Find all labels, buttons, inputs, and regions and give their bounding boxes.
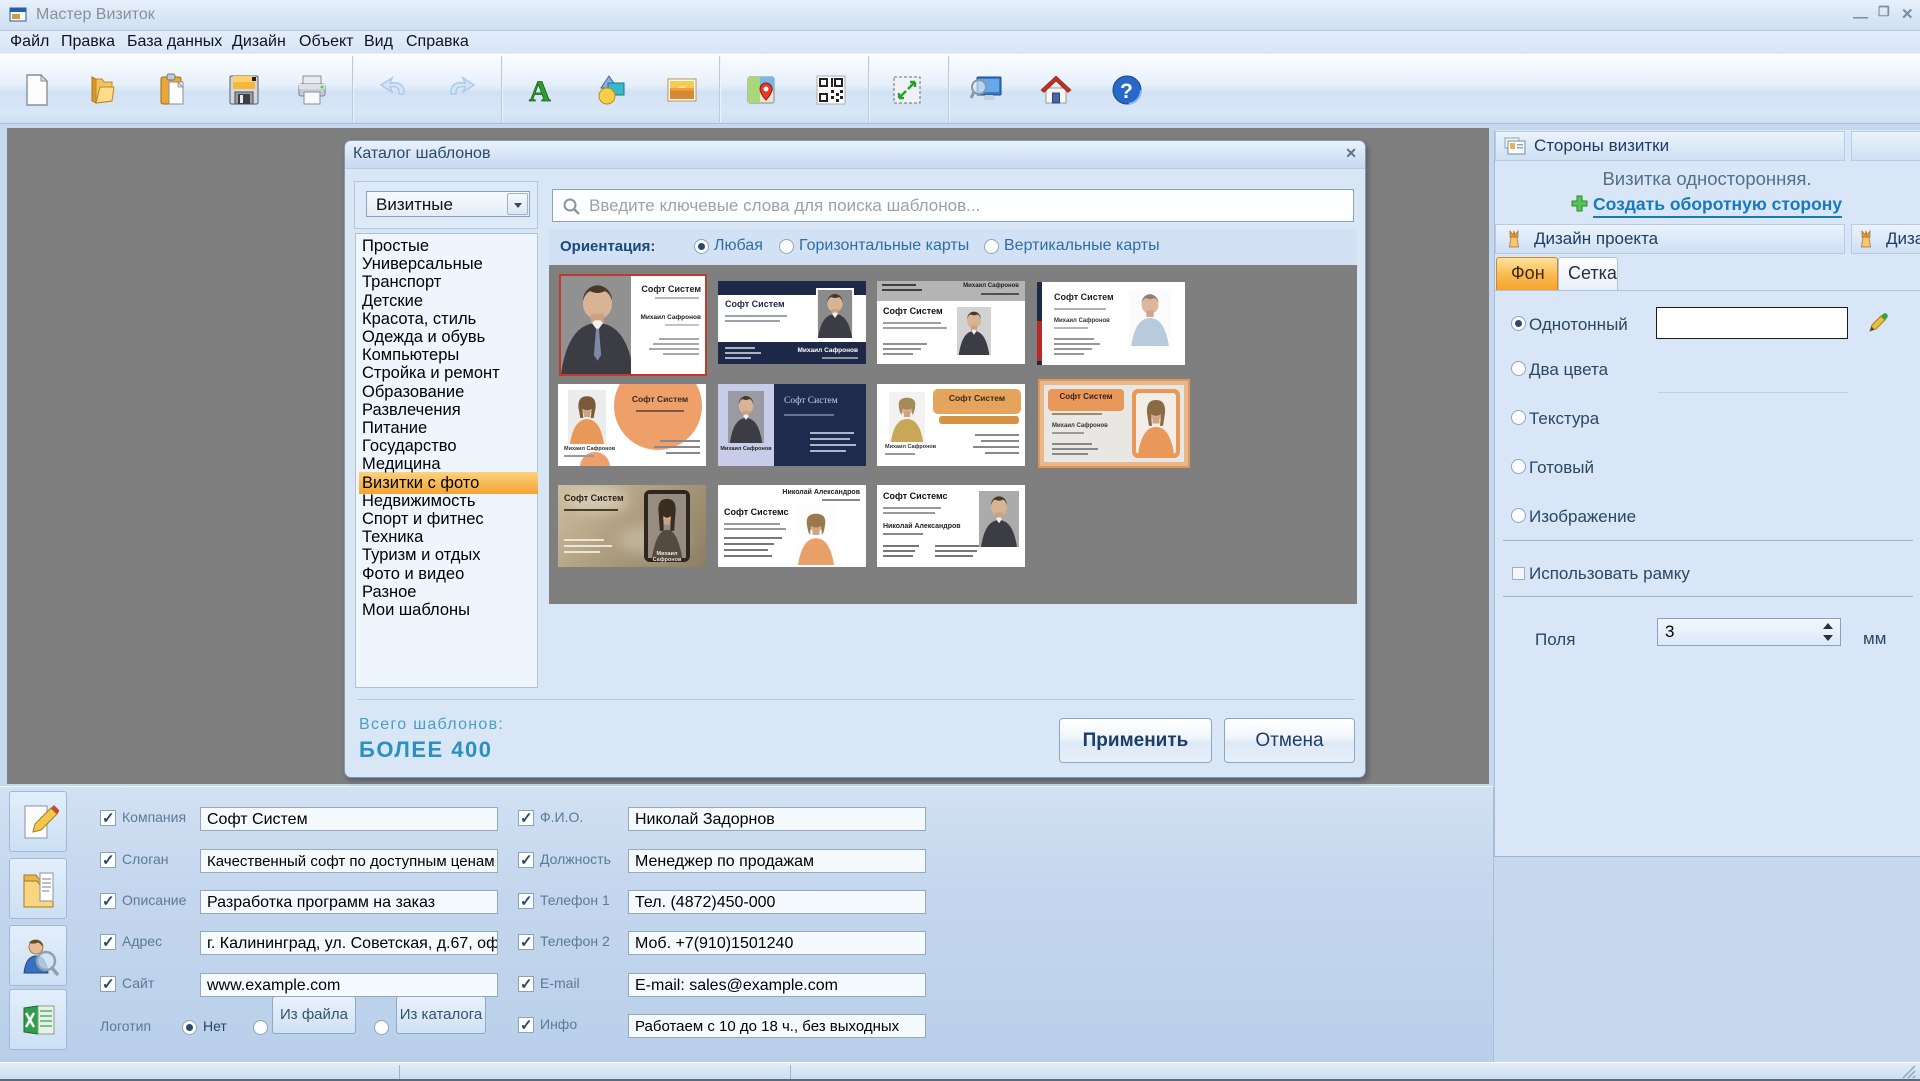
svg-text:?: ?	[1120, 80, 1133, 103]
svg-text:A: A	[529, 75, 551, 107]
